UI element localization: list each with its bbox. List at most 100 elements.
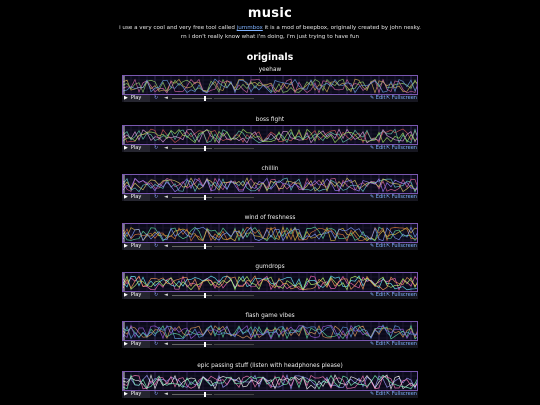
speaker-icon: ◄	[164, 95, 168, 101]
play-icon: ▶	[124, 145, 128, 151]
song-visualizer[interactable]	[122, 371, 418, 391]
edit-link[interactable]: ✎ Edit	[370, 341, 385, 348]
loop-icon[interactable]: ↻	[154, 341, 158, 348]
play-icon: ▶	[124, 292, 128, 298]
loop-icon[interactable]: ↻	[154, 243, 158, 250]
play-label: Play	[130, 292, 142, 298]
volume-slider[interactable]	[172, 98, 212, 99]
speaker-icon: ◄	[164, 243, 168, 249]
play-button[interactable]: ▶ Play	[124, 145, 150, 152]
seek-bar[interactable]	[214, 148, 254, 149]
fullscreen-link[interactable]: ⇱ Fullscreen	[386, 243, 417, 250]
edit-link[interactable]: ✎ Edit	[370, 145, 385, 152]
jummbox-link[interactable]: jummbox	[237, 25, 263, 31]
fullscreen-link[interactable]: ⇱ Fullscreen	[386, 194, 417, 201]
play-button[interactable]: ▶ Play	[124, 341, 150, 348]
song-title: yeehaw	[258, 67, 282, 73]
volume-slider-handle[interactable]	[204, 293, 206, 298]
seek-bar[interactable]	[214, 246, 254, 247]
play-button[interactable]: ▶ Play	[124, 391, 150, 398]
seek-bar[interactable]	[214, 98, 254, 99]
loop-icon[interactable]: ↻	[154, 391, 158, 398]
fullscreen-link[interactable]: ⇱ Fullscreen	[386, 391, 417, 398]
song-visualizer[interactable]	[122, 174, 418, 194]
song-player: flash game vibes ▶ Play ↻ ◄ ✎ Edit ⇱ Fullscree…	[122, 312, 418, 348]
volume-slider-handle[interactable]	[204, 195, 206, 200]
note-pattern-graphic	[123, 273, 417, 291]
volume-slider[interactable]	[172, 295, 212, 296]
seek-bar[interactable]	[214, 394, 254, 395]
edit-link[interactable]: ✎ Edit	[370, 194, 385, 201]
play-button[interactable]: ▶ Play	[124, 292, 150, 299]
song-player: chillin ▶ Play ↻ ◄ ✎ Edit ⇱ Fullscreen	[122, 165, 418, 201]
volume-slider-handle[interactable]	[204, 96, 206, 101]
song-title: chillin	[261, 166, 279, 172]
play-button[interactable]: ▶ Play	[124, 243, 150, 250]
note-pattern-graphic	[123, 224, 417, 242]
loop-icon[interactable]: ↻	[154, 292, 158, 299]
play-icon: ▶	[124, 391, 128, 397]
fullscreen-link[interactable]: ⇱ Fullscreen	[386, 292, 417, 299]
song-player: wind of freshness ▶ Play ↻ ◄ ✎ Edit ⇱ Fullscre…	[122, 214, 418, 250]
edit-link[interactable]: ✎ Edit	[370, 292, 385, 299]
song-visualizer[interactable]	[122, 321, 418, 341]
volume-slider-handle[interactable]	[204, 342, 206, 347]
play-label: Play	[130, 95, 142, 101]
play-label: Play	[130, 243, 142, 249]
loop-icon[interactable]: ↻	[154, 95, 158, 102]
fullscreen-link[interactable]: ⇱ Fullscreen	[386, 145, 417, 152]
volume-slider[interactable]	[172, 148, 212, 149]
song-player: gumdrops ▶ Play ↻ ◄ ✎ Edit ⇱ Fullscreen	[122, 263, 418, 299]
volume-slider[interactable]	[172, 394, 212, 395]
play-label: Play	[130, 391, 142, 397]
seek-bar[interactable]	[214, 295, 254, 296]
volume-slider-handle[interactable]	[204, 146, 206, 151]
loop-icon[interactable]: ↻	[154, 145, 158, 152]
play-label: Play	[130, 341, 142, 347]
volume-slider[interactable]	[172, 246, 212, 247]
edit-link[interactable]: ✎ Edit	[370, 95, 385, 102]
play-icon: ▶	[124, 341, 128, 347]
note-pattern-graphic	[123, 76, 417, 94]
volume-slider-handle[interactable]	[204, 392, 206, 397]
speaker-icon: ◄	[164, 145, 168, 151]
player-controls: ▶ Play ↻ ◄ ✎ Edit ⇱ Fullscreen	[122, 341, 418, 348]
seek-bar[interactable]	[214, 344, 254, 345]
note-pattern-graphic	[123, 322, 417, 340]
player-controls: ▶ Play ↻ ◄ ✎ Edit ⇱ Fullscreen	[122, 145, 418, 152]
speaker-icon: ◄	[164, 341, 168, 347]
seek-bar[interactable]	[214, 197, 254, 198]
song-visualizer[interactable]	[122, 223, 418, 243]
fullscreen-link[interactable]: ⇱ Fullscreen	[386, 341, 417, 348]
play-icon: ▶	[124, 95, 128, 101]
edit-link[interactable]: ✎ Edit	[370, 243, 385, 250]
intro-line2: rn i don't really know what i'm doing, i…	[180, 34, 360, 40]
song-visualizer[interactable]	[122, 272, 418, 292]
speaker-icon: ◄	[164, 391, 168, 397]
volume-slider[interactable]	[172, 197, 212, 198]
intro-line1-after: it is a mod of beepbox, originally creat…	[262, 25, 421, 31]
play-button[interactable]: ▶ Play	[124, 194, 150, 201]
song-visualizer[interactable]	[122, 75, 418, 95]
intro-text: i use a very cool and very free tool cal…	[100, 24, 440, 42]
speaker-icon: ◄	[164, 292, 168, 298]
song-title: wind of freshness	[244, 215, 296, 221]
player-controls: ▶ Play ↻ ◄ ✎ Edit ⇱ Fullscreen	[122, 95, 418, 102]
note-pattern-graphic	[123, 175, 417, 193]
fullscreen-link[interactable]: ⇱ Fullscreen	[386, 95, 417, 102]
intro-line1-before: i use a very cool and very free tool cal…	[119, 25, 237, 31]
edit-link[interactable]: ✎ Edit	[370, 391, 385, 398]
play-label: Play	[130, 145, 142, 151]
song-title: gumdrops	[255, 264, 285, 270]
loop-icon[interactable]: ↻	[154, 194, 158, 201]
play-icon: ▶	[124, 194, 128, 200]
volume-slider-handle[interactable]	[204, 244, 206, 249]
player-controls: ▶ Play ↻ ◄ ✎ Edit ⇱ Fullscreen	[122, 194, 418, 201]
play-button[interactable]: ▶ Play	[124, 95, 150, 102]
song-visualizer[interactable]	[122, 125, 418, 145]
song-player: boss fight ▶ Play ↻ ◄ ✎ Edit ⇱ Fullscreen	[122, 116, 418, 152]
note-pattern-graphic	[123, 126, 417, 144]
song-player: epic passing stuff (listen with headphon…	[122, 362, 418, 398]
volume-slider[interactable]	[172, 344, 212, 345]
player-controls: ▶ Play ↻ ◄ ✎ Edit ⇱ Fullscreen	[122, 391, 418, 398]
